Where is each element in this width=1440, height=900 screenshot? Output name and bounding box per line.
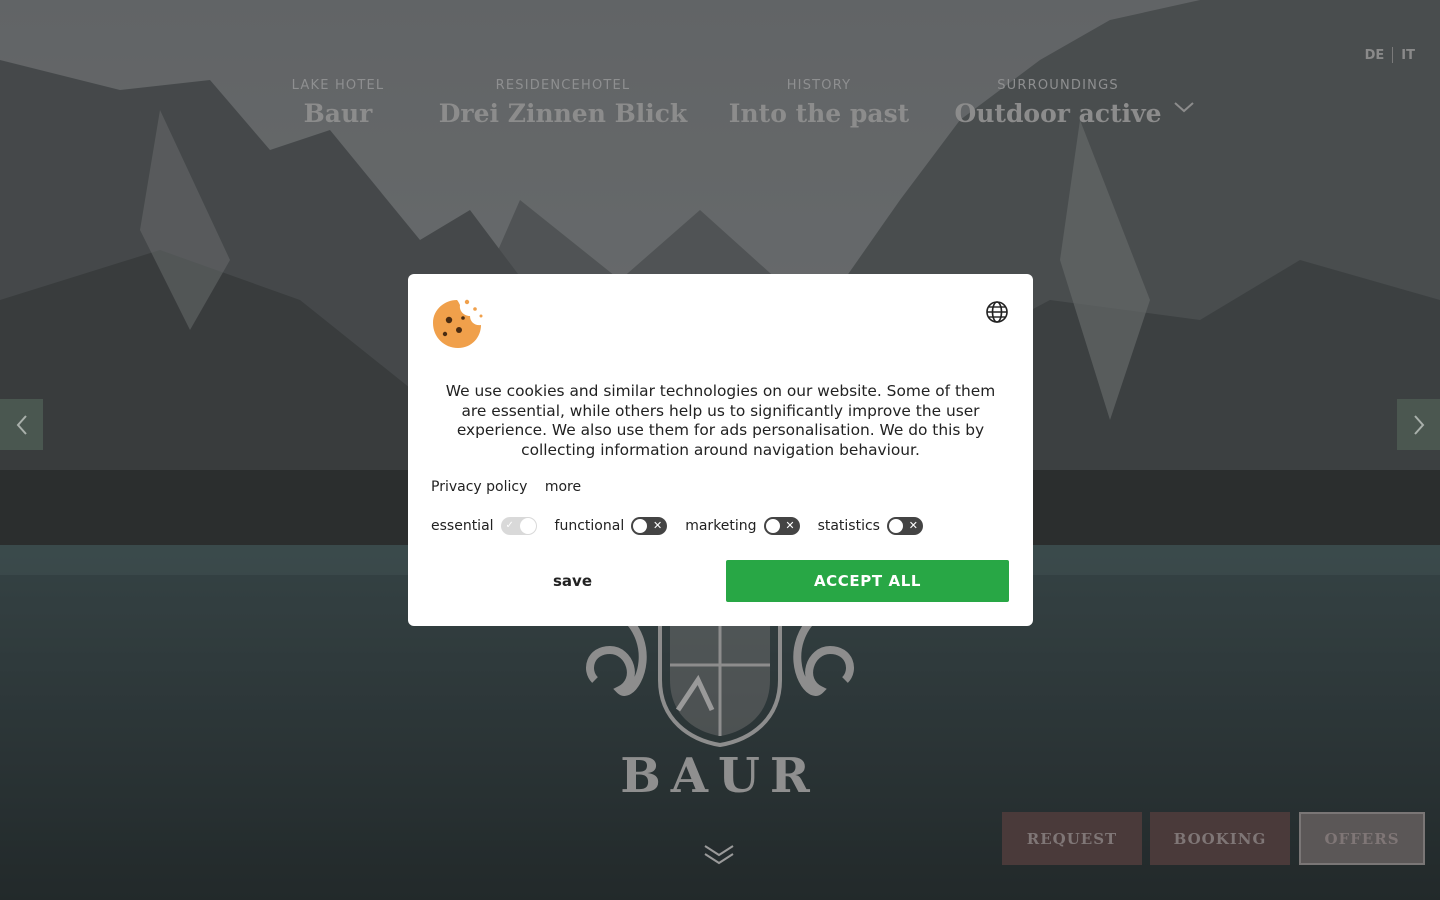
category-marketing: marketing ✕ — [685, 517, 800, 535]
toggle-knob — [632, 518, 649, 534]
lang-divider — [1392, 47, 1394, 63]
cookie-consent-dialog: We use cookies and similar technologies … — [408, 274, 1033, 626]
save-button[interactable]: save — [431, 560, 714, 602]
nav-item-surroundings[interactable]: SURROUNDINGS Outdoor active — [954, 78, 1161, 128]
chevron-left-icon — [16, 414, 27, 435]
nav-kicker: LAKE HOTEL — [291, 78, 385, 93]
check-icon: ✓ — [505, 520, 514, 531]
svg-text:BAUR: BAUR — [620, 748, 820, 804]
nav-title: Outdoor active — [954, 99, 1162, 128]
main-navigation: LAKE HOTEL Baur RESIDENCEHOTEL Drei Zinn… — [0, 78, 1440, 148]
nav-item-residencehotel[interactable]: RESIDENCEHOTEL Drei Zinnen Blick — [439, 78, 688, 128]
nav-kicker: RESIDENCEHOTEL — [495, 78, 631, 93]
accept-all-button[interactable]: ACCEPT ALL — [726, 560, 1009, 602]
essential-toggle: ✓ — [500, 517, 537, 535]
cookie-categories: essential ✓ functional ✕ marketing ✕ sta… — [431, 516, 941, 536]
cookie-description: We use cookies and similar technologies … — [445, 382, 996, 459]
lang-it[interactable]: IT — [1401, 48, 1415, 63]
offers-button[interactable]: OFFERS — [1299, 812, 1425, 865]
nav-item-history[interactable]: HISTORY Into the past — [729, 78, 909, 128]
close-icon: ✕ — [785, 519, 795, 532]
chevron-down-icon[interactable] — [1172, 96, 1196, 120]
request-button[interactable]: REQUEST — [1002, 812, 1142, 865]
close-icon: ✕ — [653, 519, 663, 532]
category-functional: functional ✕ — [555, 517, 668, 535]
nav-title: Into the past — [728, 99, 910, 128]
category-label: functional — [554, 518, 625, 534]
marketing-toggle[interactable]: ✕ — [763, 517, 800, 535]
booking-button[interactable]: BOOKING — [1150, 812, 1290, 865]
privacy-policy-link[interactable]: Privacy policy — [431, 479, 527, 495]
nav-title: Baur — [303, 99, 373, 128]
category-essential: essential ✓ — [431, 517, 537, 535]
category-label: marketing — [685, 518, 757, 534]
language-switcher: DE IT — [1365, 47, 1415, 63]
nav-item-lake-hotel[interactable]: LAKE HOTEL Baur — [292, 78, 385, 128]
slider-next-button[interactable] — [1397, 399, 1440, 450]
category-label: statistics — [817, 518, 880, 534]
toggle-knob — [887, 518, 904, 534]
lang-de[interactable]: DE — [1365, 48, 1385, 63]
slider-prev-button[interactable] — [0, 399, 43, 450]
toggle-knob — [764, 518, 781, 534]
category-statistics: statistics ✕ — [818, 517, 923, 535]
more-link[interactable]: more — [545, 479, 581, 495]
cookie-icon — [433, 299, 483, 348]
functional-toggle[interactable]: ✕ — [631, 517, 668, 535]
statistics-toggle[interactable]: ✕ — [886, 517, 923, 535]
category-label: essential — [431, 518, 494, 534]
chevron-right-icon — [1413, 414, 1424, 435]
scroll-down-icon[interactable] — [702, 840, 736, 870]
nav-title: Drei Zinnen Blick — [438, 99, 688, 128]
cookie-links: Privacy policy more — [431, 479, 594, 495]
toggle-knob — [519, 518, 536, 534]
globe-icon[interactable] — [985, 300, 1009, 324]
close-icon: ✕ — [908, 519, 918, 532]
nav-kicker: SURROUNDINGS — [997, 78, 1119, 93]
nav-kicker: HISTORY — [786, 78, 852, 93]
